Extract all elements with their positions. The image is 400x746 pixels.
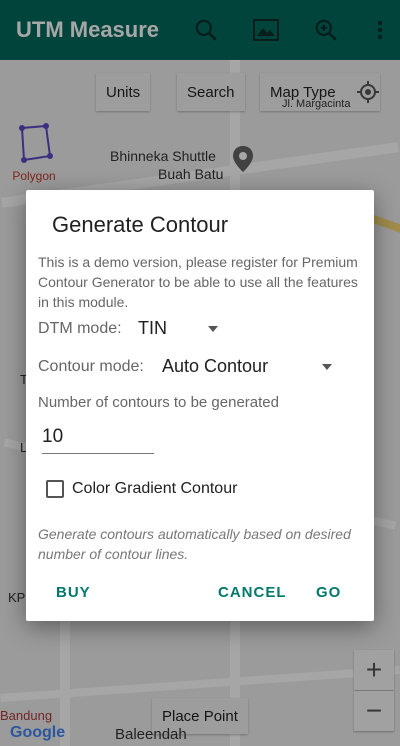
buy-button[interactable]: BUY [56,584,91,601]
dialog-title: Generate Contour [52,212,229,237]
dropdown-caret-icon [208,325,218,332]
contour-count-input[interactable]: 10 [42,426,154,454]
go-button[interactable]: GO [316,584,341,601]
contour-mode-select[interactable]: Auto Contour [162,356,332,377]
dtm-mode-row: DTM mode: TIN [38,318,218,339]
color-gradient-checkbox[interactable] [46,480,64,498]
generate-contour-dialog: Generate Contour This is a demo version,… [26,190,374,621]
dropdown-caret-icon [322,363,332,370]
contour-mode-value: Auto Contour [162,356,269,376]
contour-mode-row: Contour mode: Auto Contour [38,356,332,377]
color-gradient-checkbox-row[interactable]: Color Gradient Contour [46,480,237,498]
contour-hint: Generate contours automatically based on… [38,526,351,562]
contour-count-label: Number of contours to be generated [38,394,279,411]
contour-mode-label: Contour mode: [38,357,144,375]
dtm-mode-label: DTM mode: [38,319,122,337]
demo-message: This is a demo version, please register … [38,254,358,310]
cancel-button[interactable]: CANCEL [218,584,287,601]
dtm-mode-select[interactable]: TIN [138,318,218,339]
color-gradient-label: Color Gradient Contour [72,480,238,497]
dtm-mode-value: TIN [138,318,167,338]
